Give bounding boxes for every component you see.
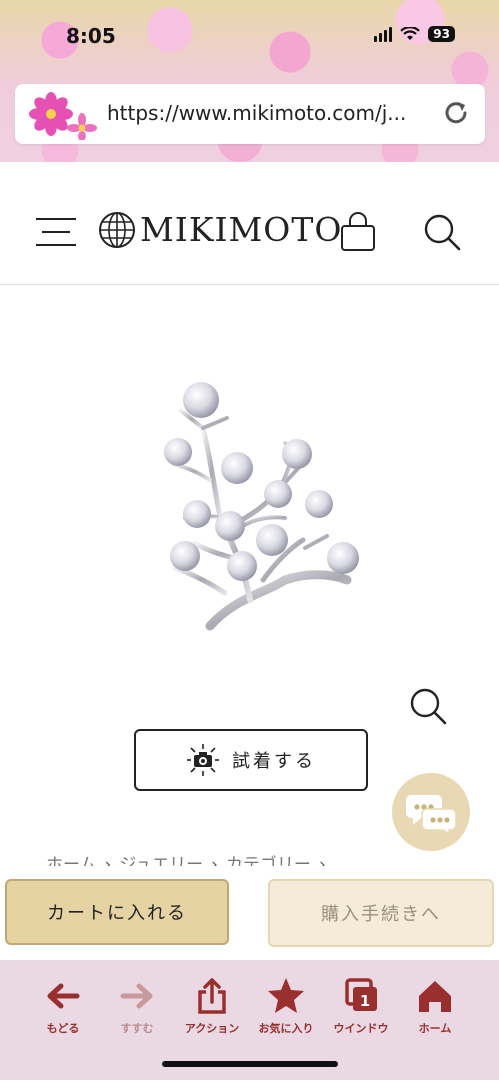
house-icon: [419, 981, 451, 1012]
try-on-button[interactable]: 試着する: [134, 729, 368, 791]
window-label: ウインドウ: [333, 1022, 389, 1035]
purchase-actions: カートに入れる 購入手続きへ: [0, 866, 499, 962]
search-icon[interactable]: [422, 212, 462, 252]
try-on-label: 試着する: [232, 751, 316, 772]
url-text[interactable]: https://www.mikimoto.com/j...: [107, 101, 406, 125]
site-header: MIKIMOTO: [0, 162, 499, 285]
camera-icon: [187, 744, 219, 776]
chat-button[interactable]: [392, 773, 470, 851]
address-bar[interactable]: https://www.mikimoto.com/j...: [15, 84, 485, 144]
wifi-icon: [400, 27, 421, 40]
pearl-branch-brooch-image: [164, 382, 359, 631]
home-indicator[interactable]: [162, 1061, 338, 1067]
status-time: 8:05: [66, 24, 116, 48]
hamburger-menu-icon[interactable]: [36, 218, 76, 246]
home-label: ホーム: [418, 1022, 452, 1035]
signal-icon: [374, 26, 393, 42]
window-button[interactable]: 1 ウインドウ: [324, 976, 398, 1036]
star-icon: [268, 978, 304, 1013]
window-count: 1: [360, 992, 370, 1010]
forward-label: すすむ: [120, 1022, 154, 1035]
zoom-search-icon[interactable]: [408, 686, 448, 726]
checkout-button[interactable]: 購入手続きへ: [268, 879, 494, 947]
action-label: アクション: [184, 1022, 240, 1035]
arrow-right-icon: [120, 983, 153, 1009]
shopping-bag-icon[interactable]: [336, 212, 380, 252]
brand-name: MIKIMOTO: [140, 210, 343, 249]
chat-bubbles-icon: [406, 795, 457, 835]
windows-icon: 1: [345, 978, 377, 1011]
battery-indicator: 93: [428, 26, 455, 42]
add-to-cart-button[interactable]: カートに入れる: [5, 879, 229, 945]
favorites-label: お気に入り: [258, 1022, 314, 1035]
status-icons: 93: [374, 26, 455, 42]
back-label: もどる: [46, 1022, 80, 1035]
action-button[interactable]: アクション: [175, 976, 249, 1036]
arrow-left-icon: [47, 983, 80, 1009]
reload-icon[interactable]: [441, 98, 471, 128]
brand-logo[interactable]: MIKIMOTO: [98, 210, 342, 249]
forward-button[interactable]: すすむ: [100, 976, 174, 1036]
home-button[interactable]: ホーム: [398, 976, 472, 1036]
back-button[interactable]: もどる: [26, 976, 100, 1036]
site-favicon-flower-icon: [29, 92, 97, 140]
globe-logo-icon: [99, 211, 135, 248]
share-icon: [198, 978, 226, 1014]
favorites-button[interactable]: お気に入り: [249, 976, 323, 1036]
